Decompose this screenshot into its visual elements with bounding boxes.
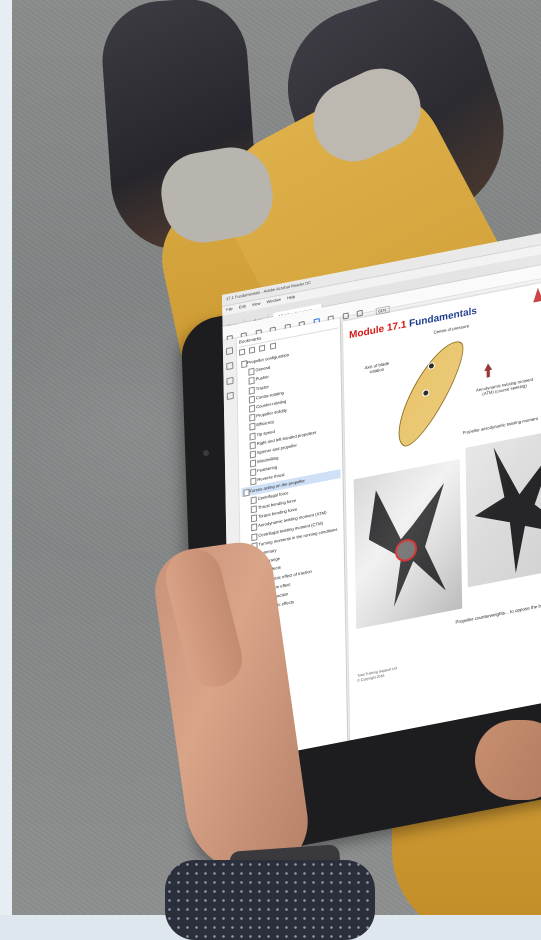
zoom-out-icon[interactable] bbox=[342, 312, 349, 320]
photo-scene: 17.1 Fundamentals - Adobe Acrobat Reader… bbox=[0, 0, 541, 940]
brand-logo-icon bbox=[533, 287, 541, 303]
page-thumbnails-icon[interactable] bbox=[225, 346, 234, 356]
bookmark-icon[interactable] bbox=[226, 361, 234, 371]
centre-of-pressure-label: Centre of pressure bbox=[433, 323, 470, 336]
layers-icon[interactable] bbox=[226, 391, 234, 401]
atm-arrow-icon bbox=[484, 363, 492, 379]
shirt-sleeve bbox=[165, 860, 375, 940]
atm-label: Aerodynamic twisting moment (ATM) (cours… bbox=[475, 376, 534, 397]
bookmark-options-icon[interactable] bbox=[239, 348, 246, 356]
axis-label: Axis of blade rotation bbox=[364, 360, 390, 375]
menu-file[interactable]: File bbox=[226, 306, 233, 312]
expand-bookmark-icon[interactable] bbox=[269, 342, 276, 350]
pdf-page: Module 17.1 Fundamentals Centre of press… bbox=[342, 275, 541, 751]
menu-help[interactable]: Help bbox=[287, 294, 295, 301]
new-bookmark-icon[interactable] bbox=[259, 344, 266, 352]
zoom-in-icon[interactable] bbox=[356, 309, 363, 317]
camera-dot bbox=[203, 450, 209, 456]
delete-bookmark-icon[interactable] bbox=[249, 346, 256, 354]
title-number: 17.1 bbox=[386, 319, 407, 335]
menu-view[interactable]: View bbox=[252, 301, 261, 308]
menu-window[interactable]: Window bbox=[267, 297, 281, 305]
menu-edit[interactable]: Edit bbox=[239, 303, 246, 309]
page-margin bbox=[0, 0, 12, 915]
attachment-icon[interactable] bbox=[226, 376, 234, 386]
page-footer: Total Training Support Ltd © Copyright 2… bbox=[357, 666, 397, 683]
title-prefix: Module bbox=[349, 323, 387, 342]
